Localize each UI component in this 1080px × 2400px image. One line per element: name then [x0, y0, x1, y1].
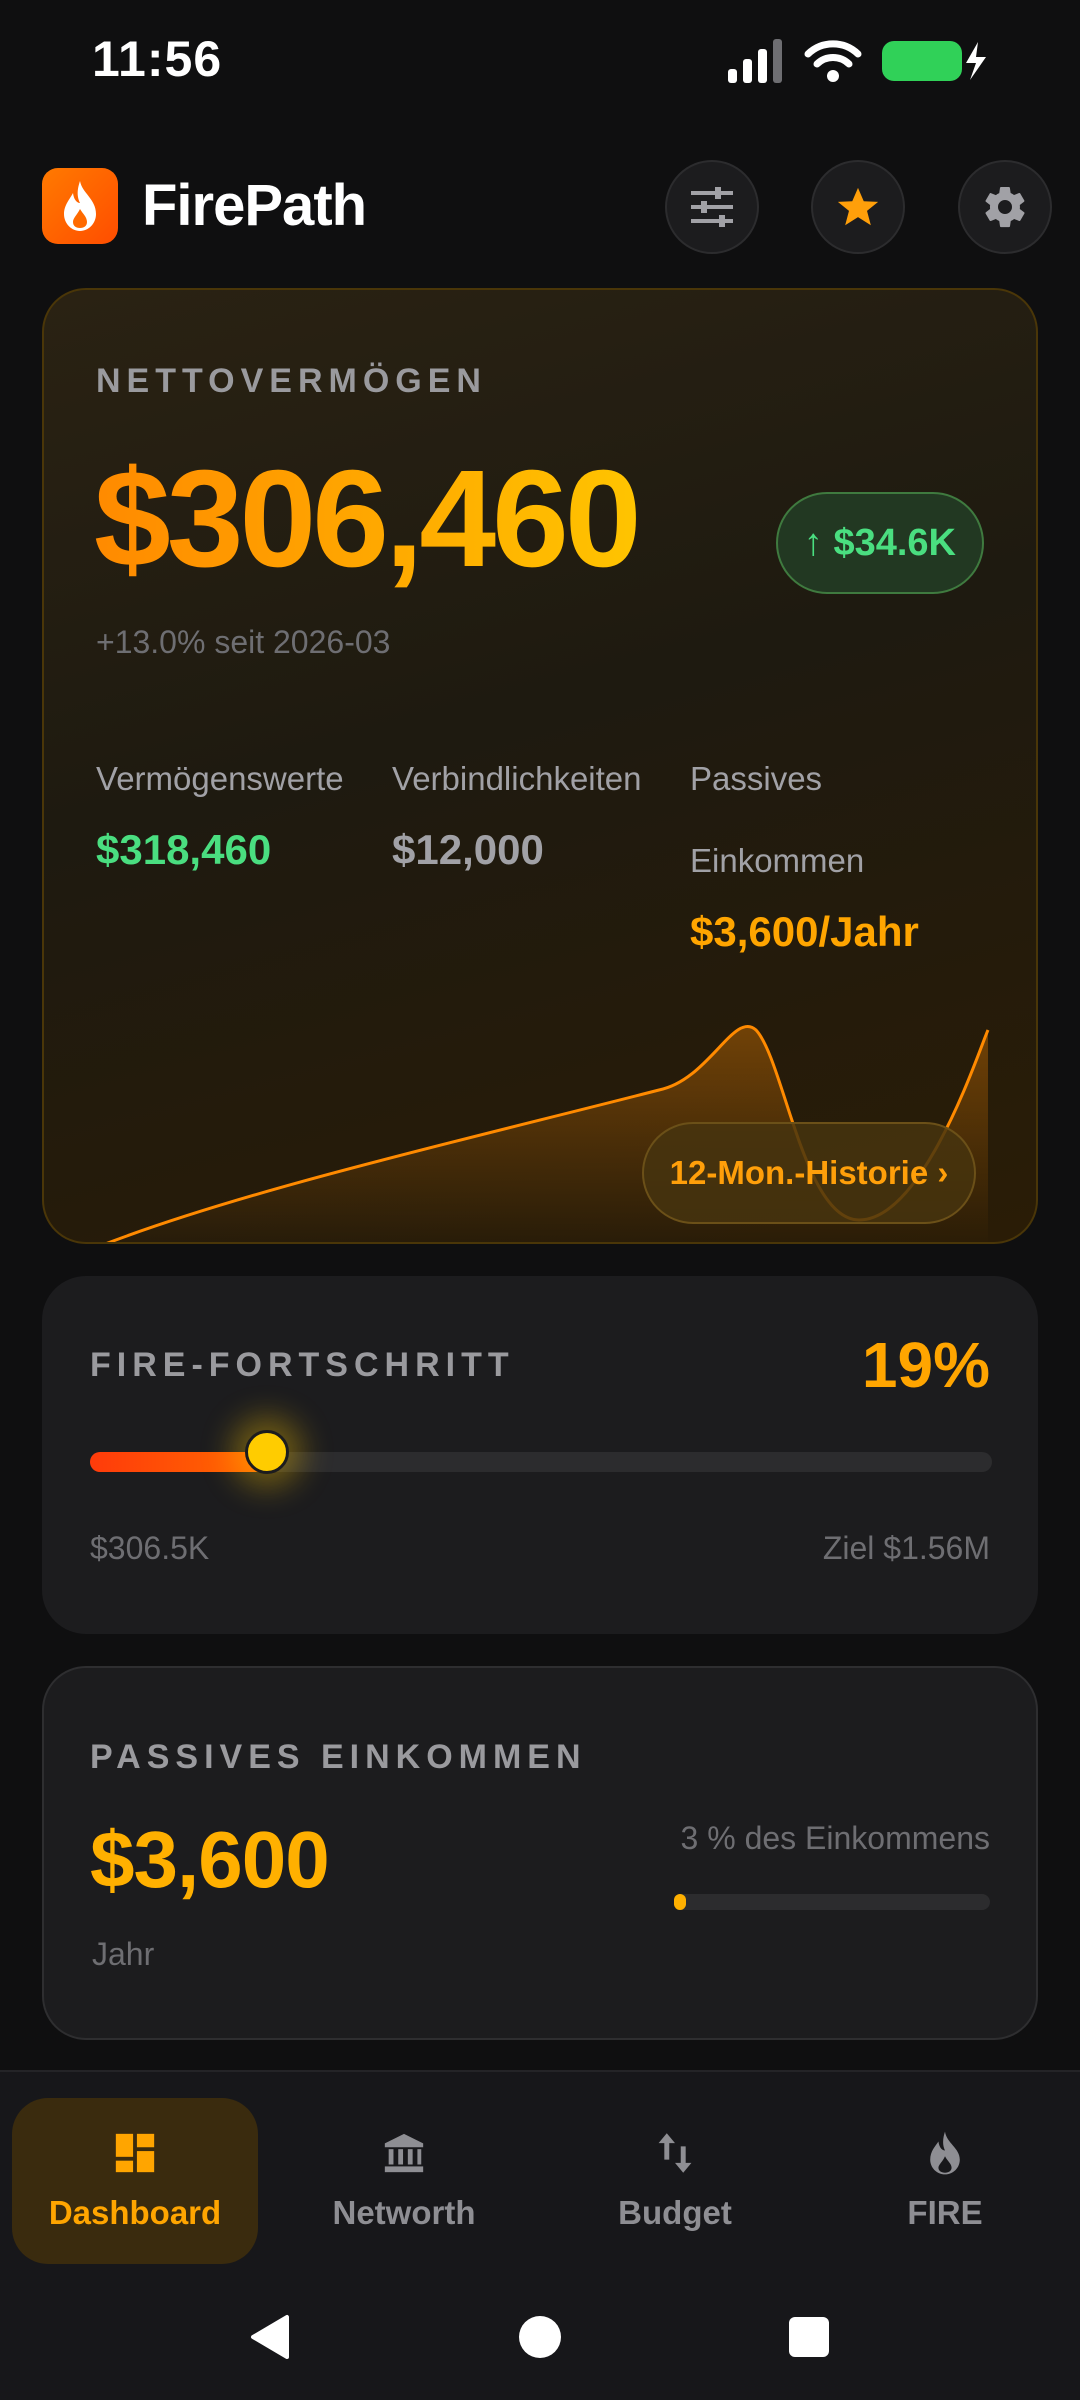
system-recents-button[interactable]: [784, 2312, 834, 2362]
fire-progress-knob: [244, 1430, 289, 1474]
passive-income-card-label: PASSIVES EINKOMMEN: [90, 1738, 587, 1776]
fire-current-value: $306.5K: [90, 1530, 210, 1566]
passive-income-share-fill: [674, 1894, 686, 1910]
signal-icon: [728, 39, 782, 83]
dashboard-icon: [115, 2133, 155, 2173]
flame-icon: [930, 2131, 960, 2175]
nav-item-dashboard[interactable]: Dashboard: [12, 2098, 258, 2264]
system-home-button[interactable]: [515, 2312, 565, 2362]
passive-income-share-track: [674, 1894, 990, 1910]
assets-label: Vermögenswerte: [96, 760, 344, 797]
assets-value: $318,460: [96, 826, 272, 873]
passive-income-card-value: $3,600: [90, 1815, 330, 1904]
gear-icon: [985, 186, 1025, 228]
status-time: 11:56: [92, 31, 223, 87]
nav-item-budget[interactable]: Budget: [552, 2098, 798, 2264]
fire-goal-value: Ziel $1.56M: [822, 1530, 990, 1566]
app-title: FirePath: [142, 173, 367, 238]
fire-progress-card: FIRE-FORTSCHRITT 19% $306.5K Ziel $1.56M: [42, 1276, 1038, 1634]
status-bar: 11:56: [0, 0, 1080, 120]
nav-label-networth: Networth: [332, 2194, 476, 2231]
nav-item-networth[interactable]: Networth: [281, 2098, 527, 2264]
settings-button[interactable]: [958, 160, 1052, 254]
history-12-months-button[interactable]: 12-Mon.-Historie ›: [642, 1122, 976, 1224]
passive-income-share-text: 3 % des Einkommens: [680, 1820, 990, 1856]
favorite-button[interactable]: [811, 160, 905, 254]
fire-progress-percent: 19%: [861, 1329, 990, 1401]
assets-column: Vermögenswerte $318,460: [96, 738, 344, 874]
liabilities-label: Verbindlichkeiten: [392, 760, 642, 797]
fire-progress-track: [90, 1430, 992, 1474]
sliders-icon: [691, 187, 733, 227]
passive-income-column: Passives Einkommen $3,600/Jahr: [690, 738, 919, 956]
back-triangle-icon: [251, 2315, 289, 2359]
networth-card: NETTOVERMÖGEN $306,460 ↑ $34.6K +13.0% s…: [42, 288, 1038, 1244]
nav-label-budget: Budget: [618, 2194, 732, 2231]
passive-income-card[interactable]: PASSIVES EINKOMMEN $3,600 Jahr 3 % des E…: [42, 1666, 1038, 2040]
passive-income-card-unit: Jahr: [92, 1936, 155, 1972]
star-icon: [837, 187, 879, 226]
system-navigation-bar: [0, 2270, 1080, 2400]
fire-progress-label: FIRE-FORTSCHRITT: [90, 1346, 515, 1384]
fire-progress-fill: [90, 1452, 267, 1472]
networth-label: NETTOVERMÖGEN: [96, 362, 487, 400]
passive-income-label-line1: Passives: [690, 760, 823, 797]
transfer-arrows-icon: [658, 2133, 692, 2173]
networth-change-badge: ↑ $34.6K: [775, 492, 984, 594]
passive-income-value: $3,600/Jahr: [690, 908, 919, 955]
passive-income-label-line2: Einkommen: [690, 842, 865, 879]
bank-icon: [384, 2133, 424, 2173]
flame-logo-icon: [64, 181, 96, 231]
recents-square-icon: [789, 2317, 829, 2357]
app-screen: 11:56 FirePath NETTOVERMÖGEN $306,460 ↑ …: [0, 0, 1080, 2400]
battery-charging-icon: [882, 41, 986, 81]
liabilities-value: $12,000: [392, 826, 544, 873]
filter-button[interactable]: [665, 160, 759, 254]
wifi-icon: [804, 40, 862, 82]
app-logo: [42, 168, 118, 244]
networth-value: $306,460: [94, 440, 642, 599]
networth-growth-text: +13.0% seit 2026-03: [96, 624, 391, 660]
system-back-button[interactable]: [245, 2312, 295, 2362]
nav-item-fire[interactable]: FIRE: [822, 2098, 1068, 2264]
status-icons: [726, 36, 990, 86]
home-circle-icon: [519, 2316, 561, 2358]
app-header: FirePath: [0, 160, 1080, 270]
liabilities-column: Verbindlichkeiten $12,000: [392, 738, 642, 874]
nav-label-fire: FIRE: [907, 2194, 983, 2231]
nav-label-dashboard: Dashboard: [48, 2194, 222, 2231]
bottom-navigation: Dashboard Networth Budget FIRE: [0, 2070, 1080, 2270]
